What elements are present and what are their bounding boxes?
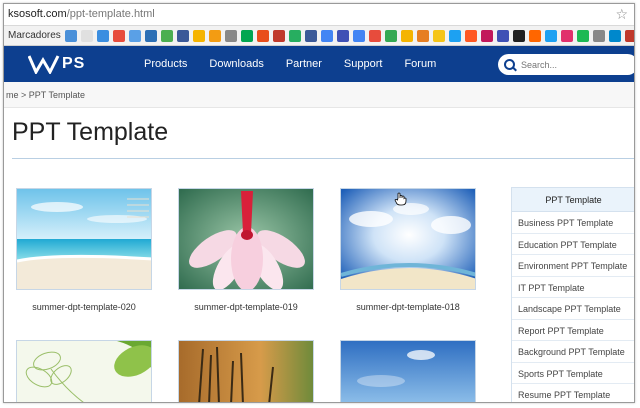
template-caption[interactable]: summer-dpt-template-018 xyxy=(340,302,476,312)
blue-sky-image xyxy=(341,341,475,402)
nav-item-partner[interactable]: Partner xyxy=(286,58,322,70)
bookmark-favicon-icon[interactable] xyxy=(224,29,237,42)
url-text[interactable]: ksosoft.com/ppt-template.html xyxy=(8,8,155,20)
search-box[interactable] xyxy=(498,54,634,75)
bookmark-favicon-icon[interactable] xyxy=(384,29,397,42)
bookmark-favicon-icon[interactable] xyxy=(272,29,285,42)
bookmark-star-icon[interactable]: ☆ xyxy=(615,6,628,23)
bookmark-favicon-icon[interactable] xyxy=(480,29,493,42)
sidebar-heading[interactable]: PPT Template xyxy=(512,188,634,212)
search-icon[interactable] xyxy=(504,58,516,71)
logo-text: PS xyxy=(62,55,86,72)
sidebar-item-business[interactable]: Business PPT Template xyxy=(512,212,634,234)
address-bar[interactable]: ksosoft.com/ppt-template.html ☆ xyxy=(4,4,634,26)
nav-item-products[interactable]: Products xyxy=(144,58,187,70)
bookmark-favicon-icon[interactable] xyxy=(208,29,221,42)
bookmark-favicon-icon[interactable] xyxy=(96,29,109,42)
grass-image xyxy=(179,341,313,402)
bookmark-favicon-icon[interactable] xyxy=(464,29,477,42)
template-thumbnail-sky[interactable] xyxy=(340,188,476,290)
bookmark-favicon-icon[interactable] xyxy=(368,29,381,42)
bookmarks-folder-label[interactable]: Marcadores xyxy=(8,30,61,41)
site-navbar: PS Products Downloads Partner Support Fo… xyxy=(4,46,634,82)
bookmark-favicon-icon[interactable] xyxy=(560,29,573,42)
bookmarks-bar: Marcadores xyxy=(4,26,634,46)
sidebar-item-report[interactable]: Report PPT Template xyxy=(512,320,634,341)
nav-item-support[interactable]: Support xyxy=(344,58,383,70)
bookmark-favicon-icon[interactable] xyxy=(400,29,413,42)
bookmark-favicon-icon[interactable] xyxy=(336,29,349,42)
bookmark-favicon-icon[interactable] xyxy=(352,29,365,42)
bookmark-favicon-icon[interactable] xyxy=(192,29,205,42)
sky-image xyxy=(341,189,475,289)
category-sidebar: PPT Template Business PPT Template Educa… xyxy=(511,187,634,402)
flower-image xyxy=(179,189,313,289)
browser-window: ksosoft.com/ppt-template.html ☆ Marcador… xyxy=(3,3,635,403)
bookmark-favicon-icon[interactable] xyxy=(576,29,589,42)
bookmark-favicon-icon[interactable] xyxy=(288,29,301,42)
template-thumbnail-green-leaf[interactable] xyxy=(16,340,152,402)
breadcrumb: me > PPT Template xyxy=(4,82,634,108)
search-input[interactable] xyxy=(521,59,621,70)
bookmark-favicon-icon[interactable] xyxy=(128,29,141,42)
sidebar-item-background[interactable]: Background PPT Template xyxy=(512,341,634,363)
beach-image xyxy=(17,189,151,289)
bookmark-favicon-icon[interactable] xyxy=(112,29,125,42)
bookmark-favicon-icon[interactable] xyxy=(448,29,461,42)
nav-item-forum[interactable]: Forum xyxy=(404,58,436,70)
bookmark-favicon-icon[interactable] xyxy=(320,29,333,42)
bookmark-favicon-icon[interactable] xyxy=(304,29,317,42)
bookmark-favicon-icon[interactable] xyxy=(80,29,93,42)
bookmark-favicon-icon[interactable] xyxy=(496,29,509,42)
green-leaf-image xyxy=(17,341,151,402)
bookmark-favicon-icon[interactable] xyxy=(416,29,429,42)
url-path: /ppt-template.html xyxy=(66,8,155,20)
wps-w-logo-icon xyxy=(28,55,60,74)
bookmark-favicons xyxy=(64,29,634,42)
bookmark-favicon-icon[interactable] xyxy=(592,29,605,42)
bookmark-favicon-icon[interactable] xyxy=(544,29,557,42)
nav-menu: Products Downloads Partner Support Forum xyxy=(144,46,458,82)
bookmark-favicon-icon[interactable] xyxy=(512,29,525,42)
nav-item-downloads[interactable]: Downloads xyxy=(209,58,263,70)
url-host: ksosoft.com xyxy=(8,8,67,20)
bookmark-favicon-icon[interactable] xyxy=(432,29,445,42)
template-caption[interactable]: summer-dpt-template-020 xyxy=(16,302,152,312)
title-divider xyxy=(12,158,634,159)
hand-cursor-icon xyxy=(394,192,408,211)
sidebar-item-sports[interactable]: Sports PPT Template xyxy=(512,363,634,384)
sidebar-item-resume[interactable]: Resume PPT Template xyxy=(512,384,634,402)
sidebar-item-landscape[interactable]: Landscape PPT Template xyxy=(512,298,634,320)
page-title: PPT Template xyxy=(12,118,169,146)
sidebar-item-environment[interactable]: Environment PPT Template xyxy=(512,255,634,277)
bookmark-favicon-icon[interactable] xyxy=(528,29,541,42)
bookmark-favicon-icon[interactable] xyxy=(240,29,253,42)
template-thumbnail-blue-sky[interactable] xyxy=(340,340,476,402)
sidebar-item-it[interactable]: IT PPT Template xyxy=(512,277,634,298)
bookmark-favicon-icon[interactable] xyxy=(608,29,621,42)
bookmark-favicon-icon[interactable] xyxy=(256,29,269,42)
template-thumbnail-flower[interactable] xyxy=(178,188,314,290)
template-thumbnail-grass[interactable] xyxy=(178,340,314,402)
bookmark-favicon-icon[interactable] xyxy=(624,29,634,42)
bookmark-favicon-icon[interactable] xyxy=(160,29,173,42)
sidebar-item-education[interactable]: Education PPT Template xyxy=(512,234,634,255)
bookmark-favicon-icon[interactable] xyxy=(64,29,77,42)
bookmark-favicon-icon[interactable] xyxy=(176,29,189,42)
bookmark-favicon-icon[interactable] xyxy=(144,29,157,42)
wps-logo[interactable]: PS xyxy=(28,54,85,74)
template-thumbnail-beach[interactable] xyxy=(16,188,152,290)
template-caption[interactable]: summer-dpt-template-019 xyxy=(178,302,314,312)
